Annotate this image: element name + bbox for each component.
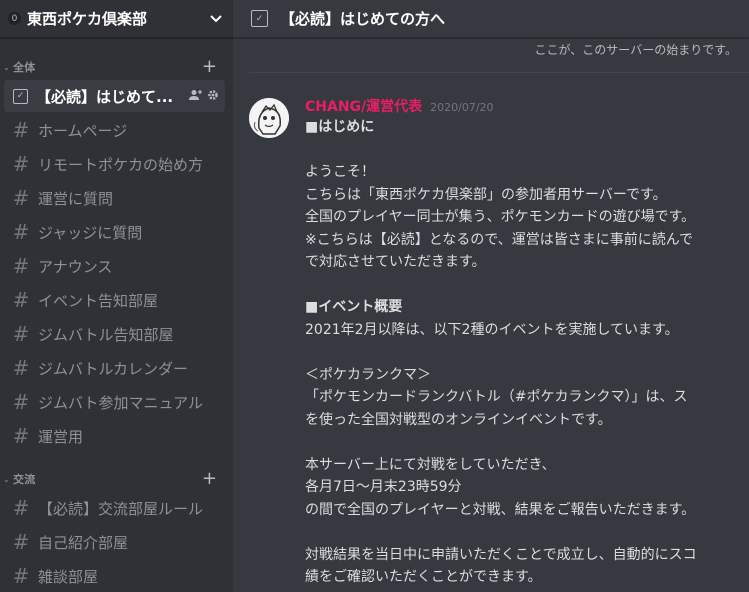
- sidebar-channel[interactable]: # 【必読】交流部屋ルール: [4, 492, 225, 524]
- message-line: ようこそ！: [305, 164, 375, 180]
- message-line: 2021年2月以降は、以下2種のイベントを実施しています。: [305, 321, 679, 338]
- hash-icon: #: [12, 322, 30, 346]
- channel-label: 自己紹介部屋: [38, 533, 129, 552]
- rules-channel-icon: ✓: [13, 88, 28, 104]
- rules-channel-icon: ✓: [251, 10, 268, 27]
- channel-label: ジムバト参加マニュアル: [38, 393, 204, 412]
- message-line: 「ポケモンカードランクバトル（#ポケカランクマ）」は、ス: [305, 389, 688, 405]
- channel-label: 運営用: [38, 427, 84, 446]
- channel-label: 雑談部屋: [38, 567, 99, 586]
- category-name: 全体: [13, 61, 36, 74]
- message-header: CHANG/運営代表 2020/07/20: [305, 96, 749, 116]
- channel-title: 【必読】はじめての方へ: [280, 10, 446, 28]
- category-header[interactable]: ⌄ 交流 +: [0, 468, 233, 490]
- message-line: の間で全国のプレイヤーと対戦、結果をご報告いただきます。: [305, 501, 696, 518]
- sidebar-channel[interactable]: # ジムバト参加マニュアル: [4, 386, 225, 418]
- hash-icon: #: [12, 152, 30, 176]
- message-line: ※こちらは【必読】となるので、運営は皆さまに事前に読んで: [305, 231, 694, 248]
- server-name: 東西ポケカ倶楽部: [27, 10, 148, 28]
- channel-label: ジムバトルカレンダー: [38, 359, 189, 378]
- channel-list: ⌄ 全体 + ✓ 【必読】はじめて... # ホームページ # リモートポケカの始め方 # 運営に質…: [0, 56, 233, 592]
- message-line: [305, 274, 749, 297]
- hash-icon: #: [12, 424, 30, 448]
- message-line: 全国のプレイヤー同士が集う、ポケモンカードの遊び場です。: [305, 209, 696, 225]
- message-line: を使った全国対戦型のオンラインイベントです。: [305, 411, 612, 428]
- message-line: こちらは「東西ポケカ倶楽部」の参加者用サーバーです。: [305, 186, 667, 203]
- message-line: ■はじめに: [305, 119, 375, 135]
- channel-header: ✓ 【必読】はじめての方へ: [233, 0, 749, 38]
- sidebar-channel[interactable]: # 自己紹介部屋: [4, 526, 225, 558]
- hash-icon: #: [12, 220, 30, 244]
- category-header[interactable]: ⌄ 全体 +: [0, 56, 233, 78]
- message-line: [305, 139, 749, 162]
- gear-icon[interactable]: [207, 89, 219, 104]
- invite-icon[interactable]: [189, 89, 203, 104]
- hash-icon: #: [12, 186, 30, 210]
- sidebar-channel[interactable]: # イベント告知部屋: [4, 284, 225, 316]
- channel-sidebar: 0 東西ポケカ倶楽部 ⌄ 全体 + ✓ 【必読】はじめて... # ホームページ # リモートポ…: [0, 0, 233, 592]
- channel-label: 運営に質問: [38, 189, 114, 208]
- category-name: 交流: [13, 473, 36, 486]
- channel-label: ジムバトル告知部屋: [38, 325, 174, 344]
- message-line: [305, 341, 749, 364]
- hash-icon: #: [12, 288, 30, 312]
- channel-label: 【必読】交流部屋ルール: [38, 499, 204, 518]
- avatar[interactable]: [249, 98, 289, 138]
- message-line: 対戦結果を当日中に申請いただくことで成立し、自動的にスコ: [305, 546, 697, 563]
- message-content: ■はじめにようこそ！ こちらは「東西ポケカ倶楽部」の参加者用サーバーです。全国のプ…: [305, 116, 749, 589]
- message-line: 各月7日〜月末23時59分: [305, 479, 462, 495]
- server-header[interactable]: 0 東西ポケカ倶楽部: [0, 0, 233, 38]
- message-body: CHANG/運営代表 2020/07/20 ■はじめにようこそ！ こちらは「東西ポ…: [305, 96, 749, 589]
- sidebar-channel[interactable]: # ジャッジに質問: [4, 216, 225, 248]
- hash-icon: #: [12, 356, 30, 380]
- channel-label: ホームページ: [38, 121, 128, 140]
- channel-actions: [189, 89, 219, 104]
- message-line: 本サーバー上にて対戦をしていただき、: [305, 456, 556, 473]
- hash-icon: #: [12, 530, 30, 554]
- message-line: [305, 521, 749, 544]
- sidebar-channel[interactable]: # リモートポケカの始め方: [4, 148, 225, 180]
- message-author[interactable]: CHANG/運営代表: [305, 96, 422, 116]
- channel-label: ジャッジに質問: [38, 223, 143, 242]
- server-badge: 0: [8, 12, 21, 25]
- message-line: ＜ポケカランクマ＞: [305, 366, 431, 383]
- channel-label: イベント告知部屋: [38, 291, 159, 310]
- channel-label: アナウンス: [38, 257, 113, 276]
- message-line: ■イベント概要: [305, 299, 403, 315]
- chevron-down-icon: ⌄: [3, 474, 10, 484]
- hash-icon: #: [12, 564, 30, 588]
- hash-icon: #: [12, 390, 30, 414]
- sidebar-channel[interactable]: # アナウンス: [4, 250, 225, 282]
- message-line: 績をご確認いただくことができます。: [305, 569, 542, 585]
- sidebar-channel[interactable]: # ジムバトルカレンダー: [4, 352, 225, 384]
- hash-icon: #: [12, 496, 30, 520]
- channel-label: リモートポケカの始め方: [38, 155, 204, 174]
- message-line: [305, 431, 749, 454]
- chevron-down-icon: ⌄: [3, 62, 10, 72]
- divider: [249, 72, 749, 73]
- message-timestamp: 2020/07/20: [430, 101, 494, 114]
- sidebar-channel[interactable]: # ジムバトル告知部屋: [4, 318, 225, 350]
- hash-icon: #: [12, 118, 30, 142]
- chevron-down-icon[interactable]: [209, 12, 223, 26]
- sidebar-channel[interactable]: # 運営用: [4, 420, 225, 452]
- channel-label: 【必読】はじめて...: [36, 87, 174, 106]
- sidebar-channel[interactable]: ✓ 【必読】はじめて...: [4, 80, 225, 112]
- sidebar-channel[interactable]: # 運営に質問: [4, 182, 225, 214]
- message-area[interactable]: ここが、このサーバーの始まりです。 CHANG/運営代表 2020/07/20 …: [233, 38, 749, 592]
- hash-icon: #: [12, 254, 30, 278]
- channel-start-note: ここが、このサーバーの始まりです。: [534, 43, 737, 57]
- add-channel-icon[interactable]: +: [202, 58, 217, 76]
- sidebar-channel[interactable]: # ホームページ: [4, 114, 225, 146]
- message-line: で対応させていただきます。: [305, 254, 486, 270]
- sidebar-channel[interactable]: # 雑談部屋: [4, 560, 225, 592]
- add-channel-icon[interactable]: +: [202, 470, 217, 488]
